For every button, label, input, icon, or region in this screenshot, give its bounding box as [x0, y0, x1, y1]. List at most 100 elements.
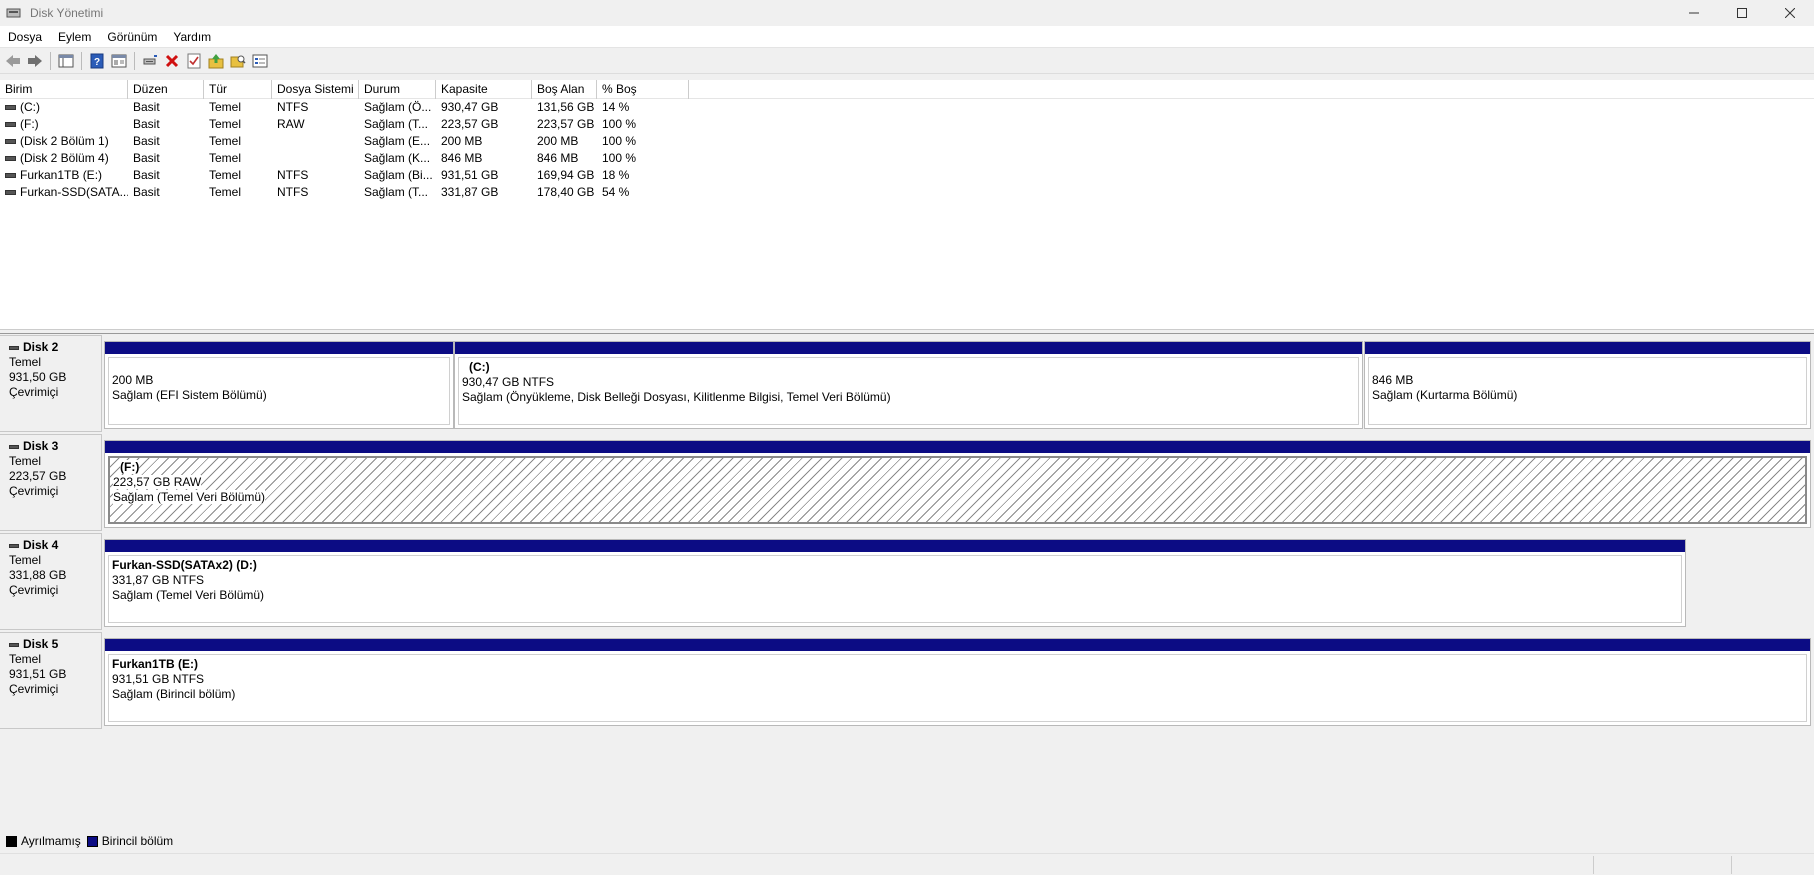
- back-arrow-icon[interactable]: [2, 50, 24, 72]
- up-folder-icon[interactable]: [205, 50, 227, 72]
- legend-label: Ayrılmamış: [21, 834, 81, 848]
- connect-icon[interactable]: [139, 50, 161, 72]
- column-header-capacity[interactable]: Kapasite: [436, 80, 532, 99]
- table-cell: (Disk 2 Bölüm 1): [0, 133, 128, 150]
- table-cell: 331,87 GB: [441, 185, 499, 199]
- disk-graphical-view: Disk 2 Temel 931,50 GB Çevrimiçi 200 MB …: [0, 335, 1814, 827]
- table-row[interactable]: (F:) Basit Temel RAW Sağlam (T... 223,57 GB 22…: [0, 116, 1814, 133]
- column-header-free-space[interactable]: Boş Alan: [532, 80, 597, 99]
- partition-block[interactable]: Furkan1TB (E:) 931,51 GB NTFS Sağlam (Bi…: [104, 638, 1811, 726]
- partition-type-bar: [455, 342, 1362, 354]
- column-header-status[interactable]: Durum: [359, 80, 436, 99]
- disk-label[interactable]: Disk 3 Temel 223,57 GB Çevrimiçi: [0, 434, 102, 531]
- table-cell: Sağlam (E...: [364, 134, 431, 148]
- disk-row: Disk 2 Temel 931,50 GB Çevrimiçi 200 MB …: [0, 335, 1814, 432]
- table-row[interactable]: Furkan1TB (E:) Basit Temel NTFS Sağlam (Bi..…: [0, 167, 1814, 184]
- column-header-volume[interactable]: Birim: [0, 80, 128, 99]
- pane-splitter[interactable]: [0, 330, 1814, 334]
- disk-type: Temel: [9, 652, 42, 666]
- help-icon[interactable]: ?: [86, 50, 108, 72]
- partition-block[interactable]: 200 MB Sağlam (EFI Sistem Bölümü): [104, 341, 454, 429]
- partition-size: 846 MB: [1372, 373, 1414, 387]
- search-folder-icon[interactable]: [227, 50, 249, 72]
- partition-type-bar: [105, 639, 1810, 651]
- table-cell: 14 %: [602, 100, 630, 114]
- table-cell: NTFS: [277, 168, 309, 182]
- table-cell: Temel: [209, 168, 242, 182]
- partition-block[interactable]: 846 MB Sağlam (Kurtarma Bölümü): [1364, 341, 1811, 429]
- table-cell: Sağlam (T...: [364, 185, 429, 199]
- partition-size: 930,47 GB NTFS: [462, 375, 555, 389]
- partition-block[interactable]: Furkan-SSD(SATAx2) (D:) 331,87 GB NTFS S…: [104, 539, 1686, 627]
- status-bar-divider: [1731, 856, 1732, 874]
- console-view-icon[interactable]: [249, 50, 271, 72]
- table-cell: 223,57 GB: [537, 117, 595, 131]
- column-header-file-system[interactable]: Dosya Sistemi: [272, 80, 359, 99]
- disk-label[interactable]: Disk 2 Temel 931,50 GB Çevrimiçi: [0, 335, 102, 432]
- volume-name: (Disk 2 Bölüm 4): [20, 151, 109, 165]
- column-header-layout[interactable]: Düzen: [128, 80, 204, 99]
- disk-icon: [9, 345, 19, 350]
- table-cell: Basit: [133, 185, 160, 199]
- table-row[interactable]: (Disk 2 Bölüm 4) Basit Temel Sağlam (K... 84…: [0, 150, 1814, 167]
- partition-status: Sağlam (EFI Sistem Bölümü): [112, 388, 267, 402]
- show-hide-tree-icon[interactable]: [55, 50, 77, 72]
- volume-icon: [5, 156, 16, 162]
- disk-status: Çevrimiçi: [9, 583, 59, 597]
- table-row[interactable]: (Disk 2 Bölüm 1) Basit Temel Sağlam (E... 20…: [0, 133, 1814, 150]
- partition-name: Furkan1TB (E:): [112, 657, 199, 671]
- partition-type-bar: [105, 540, 1685, 552]
- menu-view[interactable]: Görünüm: [99, 30, 165, 44]
- table-row[interactable]: Furkan-SSD(SATA... Basit Temel NTFS Sağlam (…: [0, 184, 1814, 201]
- disk-status: Çevrimiçi: [9, 385, 59, 399]
- list-header: Birim Düzen Tür Dosya Sistemi Durum Kapa…: [0, 80, 1814, 99]
- partition-block[interactable]: (C:) 930,47 GB NTFS Sağlam (Önyükleme, D…: [454, 341, 1363, 429]
- properties-icon[interactable]: [108, 50, 130, 72]
- menu-bar: Dosya Eylem Görünüm Yardım: [0, 26, 1814, 48]
- maximize-button[interactable]: [1718, 0, 1766, 26]
- table-cell: Temel: [209, 185, 242, 199]
- column-header-type[interactable]: Tür: [204, 80, 272, 99]
- partition-type-bar: [1365, 342, 1810, 354]
- disk-type: Temel: [9, 553, 42, 567]
- partition-name: (F:): [120, 460, 140, 474]
- forward-arrow-icon[interactable]: [24, 50, 46, 72]
- close-button[interactable]: [1766, 0, 1814, 26]
- volume-name: Furkan1TB (E:): [20, 168, 103, 182]
- disk-type: Temel: [9, 355, 42, 369]
- volume-icon: [5, 105, 16, 111]
- table-cell: RAW: [277, 117, 305, 131]
- disk-icon: [9, 444, 19, 449]
- table-cell: Basit: [133, 168, 160, 182]
- partition-block[interactable]: (F:) 223,57 GB RAW Sağlam (Temel Veri Bö…: [104, 440, 1811, 528]
- menu-file[interactable]: Dosya: [0, 30, 50, 44]
- table-cell: Temel: [209, 117, 242, 131]
- disk-size: 931,51 GB: [9, 667, 67, 681]
- disk-size: 331,88 GB: [9, 568, 67, 582]
- disk-label[interactable]: Disk 5 Temel 931,51 GB Çevrimiçi: [0, 632, 102, 729]
- disk-label[interactable]: Disk 4 Temel 331,88 GB Çevrimiçi: [0, 533, 102, 630]
- menu-action[interactable]: Eylem: [50, 30, 99, 44]
- disk-name: Disk 5: [23, 637, 59, 651]
- partition-name: (C:): [469, 360, 490, 374]
- table-cell: NTFS: [277, 185, 309, 199]
- delete-icon[interactable]: [161, 50, 183, 72]
- table-row[interactable]: (C:) Basit Temel NTFS Sağlam (Ö... 930,47 GB 1…: [0, 99, 1814, 116]
- volume-icon: [5, 173, 16, 179]
- status-bar: [0, 853, 1814, 875]
- table-cell: Basit: [133, 100, 160, 114]
- table-cell: Temel: [209, 151, 242, 165]
- toolbar: ?: [0, 48, 1814, 74]
- column-header-percent-free[interactable]: % Boş: [597, 80, 689, 99]
- title-bar: Disk Yönetimi: [0, 0, 1814, 26]
- legend: Ayrılmamış Birincil bölüm: [0, 829, 1814, 853]
- checklist-icon[interactable]: [183, 50, 205, 72]
- volume-list: Birim Düzen Tür Dosya Sistemi Durum Kapa…: [0, 80, 1814, 330]
- minimize-button[interactable]: [1670, 0, 1718, 26]
- window-title: Disk Yönetimi: [30, 6, 104, 20]
- menu-help[interactable]: Yardım: [165, 30, 219, 44]
- table-cell: Sağlam (K...: [364, 151, 431, 165]
- table-cell: Basit: [133, 134, 160, 148]
- table-cell: 200 MB: [537, 134, 579, 148]
- table-cell: [272, 133, 359, 150]
